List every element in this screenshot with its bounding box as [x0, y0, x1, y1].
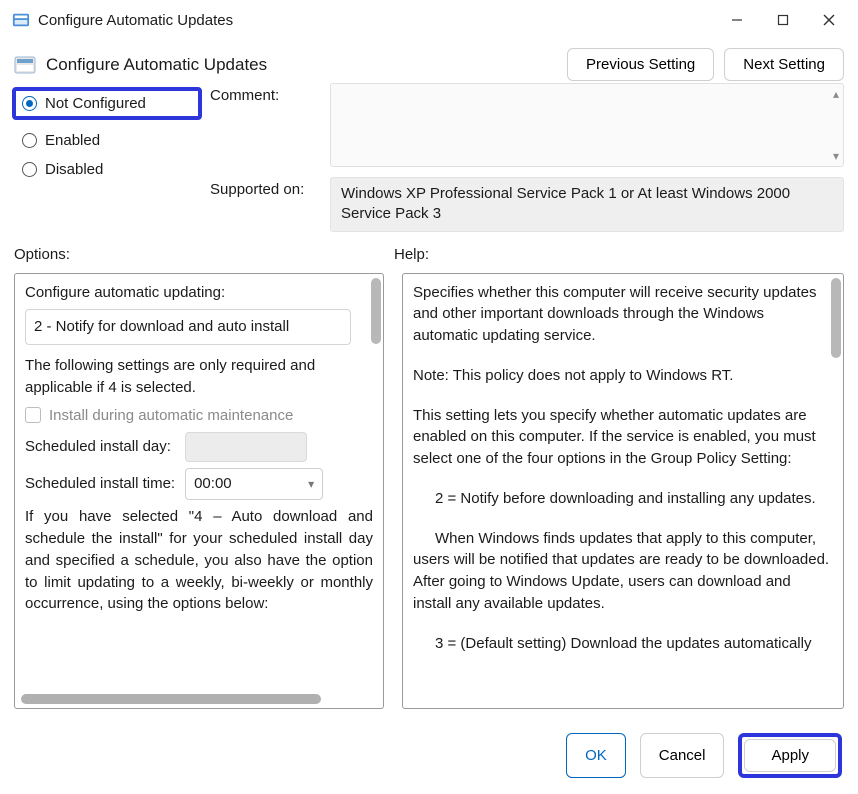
- scheduled-install-day-label: Scheduled install day:: [25, 436, 175, 458]
- supported-on-label: Supported on:: [210, 181, 320, 198]
- policy-header: Configure Automatic Updates Previous Set…: [0, 40, 858, 83]
- help-text: 3 = (Default setting) Download the updat…: [413, 633, 833, 655]
- policy-name: Configure Automatic Updates: [46, 55, 557, 75]
- scheduled-install-day-select[interactable]: [185, 432, 307, 462]
- comment-field[interactable]: ▴ ▾: [330, 83, 844, 167]
- radio-icon: [22, 96, 37, 111]
- help-text: 2 = Notify before downloading and instal…: [413, 488, 833, 510]
- radio-label: Enabled: [45, 132, 100, 149]
- help-panel: Specifies whether this computer will rec…: [402, 273, 844, 710]
- radio-not-configured[interactable]: Not Configured: [12, 87, 202, 120]
- scroll-up-icon[interactable]: ▴: [833, 87, 839, 101]
- titlebar: Configure Automatic Updates: [0, 0, 858, 40]
- install-during-maintenance-checkbox[interactable]: Install during automatic maintenance: [25, 405, 373, 427]
- help-text: This setting lets you specify whether au…: [413, 405, 833, 470]
- window-title: Configure Automatic Updates: [38, 12, 233, 29]
- update-mode-select[interactable]: 2 - Notify for download and auto install: [25, 309, 351, 345]
- options-horizontal-scrollbar[interactable]: [21, 694, 321, 704]
- dialog-footer: OK Cancel Apply: [0, 721, 858, 794]
- apply-button[interactable]: Apply: [744, 739, 836, 772]
- policy-state-group: Not Configured Enabled Disabled: [14, 83, 202, 232]
- cancel-button[interactable]: Cancel: [640, 733, 725, 778]
- options-extra-text: If you have selected "4 – Auto download …: [25, 506, 373, 615]
- next-setting-button[interactable]: Next Setting: [724, 48, 844, 81]
- help-scrollbar[interactable]: [831, 278, 841, 358]
- radio-disabled[interactable]: Disabled: [14, 155, 202, 184]
- help-heading: Help:: [394, 246, 429, 263]
- combo-value: 00:00: [194, 473, 232, 495]
- previous-setting-button[interactable]: Previous Setting: [567, 48, 714, 81]
- help-text: When Windows finds updates that apply to…: [413, 528, 833, 615]
- checkbox-label: Install during automatic maintenance: [49, 405, 293, 427]
- help-text: Note: This policy does not apply to Wind…: [413, 365, 833, 387]
- radio-enabled[interactable]: Enabled: [14, 126, 202, 155]
- radio-label: Disabled: [45, 161, 103, 178]
- policy-editor-window: Configure Automatic Updates Configure Au…: [0, 0, 858, 794]
- radio-icon: [22, 133, 37, 148]
- supported-on-value: Windows XP Professional Service Pack 1 o…: [330, 177, 844, 232]
- checkbox-icon: [25, 407, 41, 423]
- chevron-down-icon: ▾: [308, 476, 314, 493]
- help-text: Specifies whether this computer will rec…: [413, 282, 833, 347]
- scroll-down-icon[interactable]: ▾: [833, 149, 839, 163]
- options-scrollbar[interactable]: [371, 278, 381, 344]
- comment-label: Comment:: [210, 87, 320, 104]
- options-note: The following settings are only required…: [25, 355, 373, 399]
- close-button[interactable]: [806, 4, 852, 36]
- policy-icon: [14, 54, 36, 76]
- options-mode-label: Configure automatic updating:: [25, 282, 373, 304]
- scheduled-install-time-select[interactable]: 00:00 ▾: [185, 468, 323, 500]
- radio-label: Not Configured: [45, 95, 146, 112]
- ok-button[interactable]: OK: [566, 733, 626, 778]
- minimize-button[interactable]: [714, 4, 760, 36]
- radio-icon: [22, 162, 37, 177]
- options-panel: Configure automatic updating: 2 - Notify…: [14, 273, 384, 710]
- maximize-button[interactable]: [760, 4, 806, 36]
- apply-highlight: Apply: [738, 733, 842, 778]
- app-icon: [12, 11, 30, 29]
- scheduled-install-time-label: Scheduled install time:: [25, 473, 175, 495]
- options-heading: Options:: [14, 246, 394, 263]
